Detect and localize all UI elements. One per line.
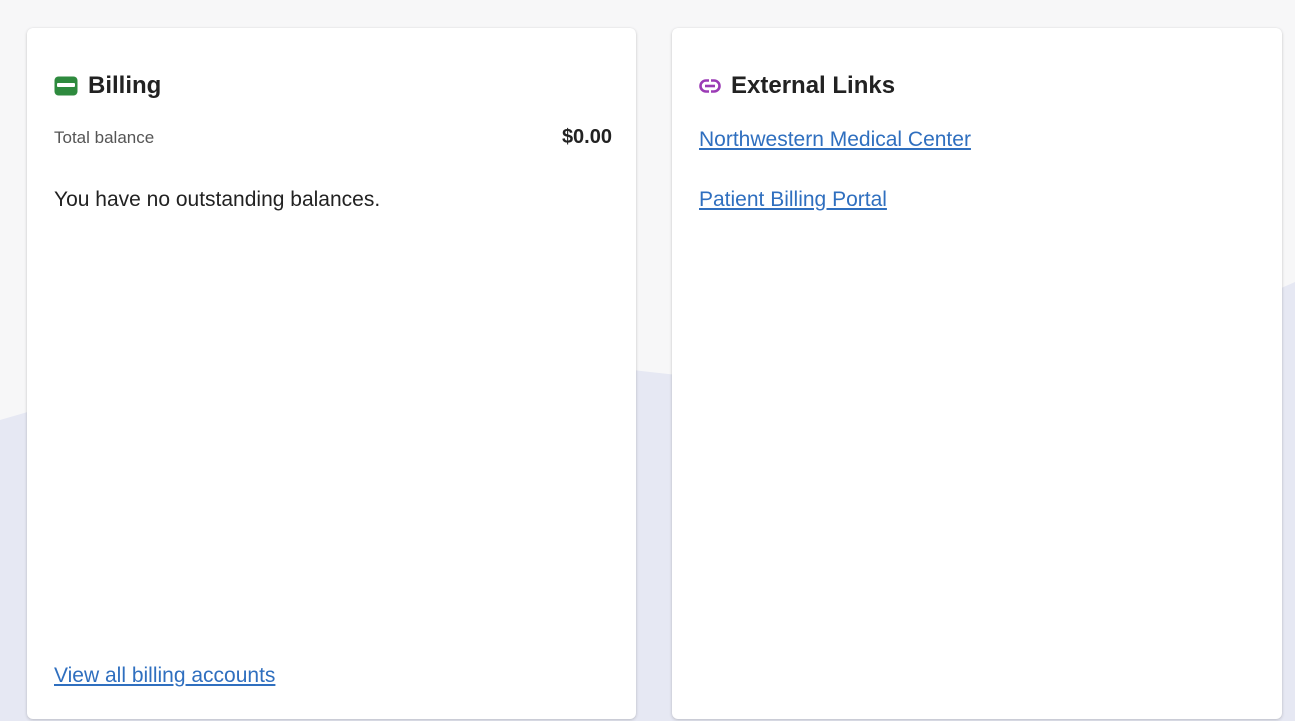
northwestern-medical-center-link[interactable]: Northwestern Medical Center bbox=[699, 128, 971, 152]
external-links-card: External Links Northwestern Medical Cent… bbox=[672, 28, 1282, 719]
total-balance-label: Total balance bbox=[54, 128, 155, 147]
view-all-billing-accounts-link[interactable]: View all billing accounts bbox=[54, 664, 275, 688]
credit-card-icon bbox=[54, 76, 78, 96]
billing-header: Billing bbox=[54, 72, 161, 100]
total-balance-row: Total balance $0.00 bbox=[54, 126, 612, 149]
billing-card: Billing Total balance $0.00 You have no … bbox=[27, 28, 636, 719]
total-balance-amount: $0.00 bbox=[561, 126, 612, 148]
link-icon bbox=[699, 79, 721, 93]
external-links-header: External Links bbox=[699, 72, 895, 100]
no-balance-message: You have no outstanding balances. bbox=[54, 188, 381, 211]
patient-billing-portal-link[interactable]: Patient Billing Portal bbox=[699, 188, 887, 212]
page: Billing Total balance $0.00 You have no … bbox=[0, 0, 1295, 721]
billing-title: Billing bbox=[88, 72, 162, 99]
external-links-title: External Links bbox=[731, 72, 896, 99]
